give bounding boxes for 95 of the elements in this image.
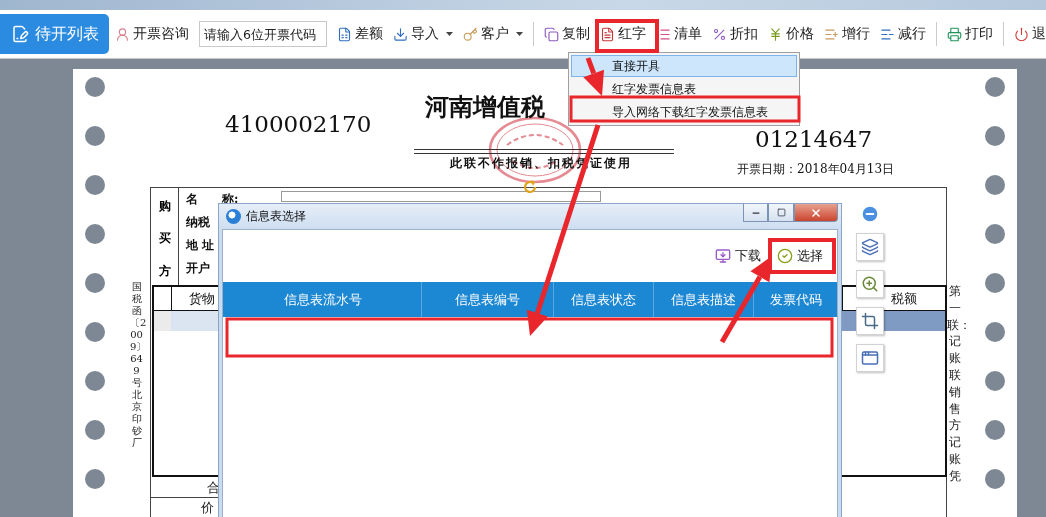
toolbar-button[interactable]: 红字	[600, 20, 646, 48]
minimize-button[interactable]	[743, 204, 768, 222]
binding-hole	[85, 322, 105, 342]
yen-icon	[768, 26, 783, 42]
printer-icon	[947, 26, 962, 42]
person-icon	[115, 26, 131, 42]
row-cell[interactable]	[842, 311, 856, 331]
binding-hole	[85, 420, 105, 440]
toolbar-button[interactable]: 复制	[544, 20, 590, 48]
invoice-title: 河南增值税	[425, 91, 545, 123]
binding-hole	[85, 371, 105, 391]
document-icon	[600, 26, 615, 42]
issue-date: 开票日期：2018年04月13日	[737, 161, 895, 178]
window-icon	[861, 349, 879, 367]
crop-button[interactable]	[856, 307, 884, 335]
dialog-title: 信息表选择	[246, 208, 307, 225]
power-icon	[1014, 26, 1029, 42]
download-icon	[715, 248, 731, 264]
row-cell[interactable]	[154, 311, 171, 331]
binding-hole	[985, 420, 1005, 440]
toolbar-button[interactable]: 打印	[947, 20, 993, 48]
menu-item[interactable]: 直接开具	[571, 55, 797, 77]
close-button[interactable]	[794, 204, 838, 222]
binding-hole	[85, 224, 105, 244]
binding-hole	[85, 77, 105, 97]
buyer-label: 纳税	[186, 215, 210, 230]
download-icon	[393, 26, 409, 42]
binding-hole	[85, 469, 105, 489]
invoice-number: 01214647	[755, 126, 873, 152]
app-icon	[226, 209, 241, 224]
buyer-heading: 购买方	[158, 198, 171, 280]
spreadsheet-icon	[337, 26, 353, 42]
menu-item[interactable]: 导入网络下载红字发票信息表	[571, 101, 797, 123]
column-header: 税额	[891, 289, 917, 308]
maximize-icon	[776, 208, 786, 217]
dropdown-button[interactable]: 客户	[463, 20, 524, 48]
toolbar-button[interactable]: 减行	[880, 20, 926, 48]
column-header: 货物	[189, 289, 215, 308]
binding-hole	[985, 77, 1005, 97]
crop-icon	[861, 312, 879, 330]
annotation-arrow	[583, 57, 604, 96]
total-label: 合	[207, 480, 220, 495]
binding-hole	[85, 175, 105, 195]
remove-row-icon	[880, 26, 895, 42]
binding-hole	[985, 322, 1005, 342]
caret-icon	[516, 32, 524, 36]
key-icon	[463, 26, 479, 42]
column-header: 信息表流水号	[282, 290, 363, 309]
add-row-icon	[824, 26, 839, 42]
rotate-handle-icon[interactable]	[521, 178, 539, 196]
edit-document-icon	[10, 25, 29, 43]
toolbar-button[interactable]: 差额	[337, 20, 384, 48]
check-icon	[777, 248, 793, 264]
binding-hole	[85, 273, 105, 293]
toolbar-button[interactable]: 价格	[768, 20, 814, 48]
binding-hole	[985, 224, 1005, 244]
copy-icon	[544, 26, 559, 42]
zoom-in-button[interactable]	[856, 270, 884, 298]
column-header: 信息表状态	[553, 282, 653, 317]
percent-icon	[712, 26, 727, 42]
invoice-code: 4100002170	[225, 111, 372, 137]
column-header: 发票代码	[753, 282, 837, 317]
highlight-box	[768, 238, 836, 274]
layers-button[interactable]	[856, 233, 884, 261]
input-field[interactable]: 请输入6位开票代码	[199, 21, 328, 47]
menu-item[interactable]: 红字发票信息表	[571, 78, 797, 100]
layers-icon	[861, 238, 879, 256]
select-button[interactable]: 选择	[777, 247, 823, 265]
name-field[interactable]	[281, 191, 601, 202]
binding-hole	[985, 273, 1005, 293]
binding-hole	[985, 371, 1005, 391]
binding-hole	[985, 175, 1005, 195]
dropdown-button[interactable]: 导入	[393, 20, 454, 48]
caret-icon	[446, 32, 454, 36]
toolbar-button[interactable]: 增行	[824, 20, 870, 48]
toolbar-button[interactable]: 清单	[656, 20, 702, 48]
toolbar-button[interactable]: 退	[1014, 20, 1046, 48]
buyer-label: 开户	[186, 261, 210, 276]
row-cell[interactable]	[886, 311, 945, 331]
binding-hole	[985, 126, 1005, 146]
maximize-button[interactable]	[768, 204, 794, 222]
column-header: 信息表描述	[653, 282, 753, 317]
buyer-label: 地 址	[186, 238, 215, 253]
highlight-box	[595, 19, 659, 53]
price-total-label: 价	[201, 500, 214, 515]
binding-hole	[85, 126, 105, 146]
close-icon	[810, 206, 822, 219]
row-cell[interactable]	[171, 311, 219, 331]
download-button[interactable]: 下载	[715, 247, 761, 265]
binding-hole	[985, 469, 1005, 489]
toolbar-button[interactable]: 开票咨询	[115, 20, 190, 48]
window-button[interactable]	[856, 344, 884, 372]
pending-list-button[interactable]: 待开列表	[0, 14, 110, 54]
zoom-in-icon	[861, 275, 879, 293]
toolbar-button[interactable]: 折扣	[712, 20, 758, 48]
